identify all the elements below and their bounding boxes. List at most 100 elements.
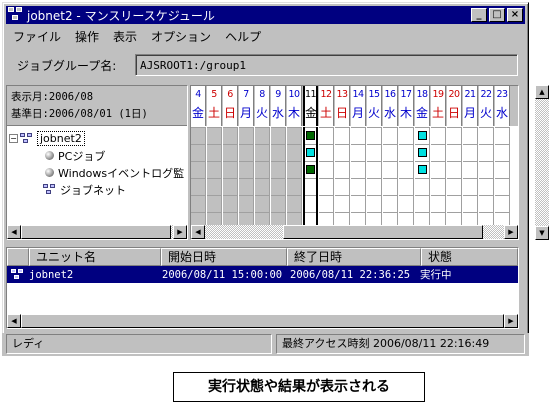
calendar-day-18[interactable]: 18 金 [415,86,430,126]
calendar-day-9[interactable]: 9水 [271,86,286,126]
day-number: 17 [400,89,412,100]
title-bar[interactable]: jobnet2 - マンスリースケジュール _ □ × [6,6,525,24]
tree-node-label[interactable]: PCジョブ [58,148,105,164]
calendar-day-5[interactable]: 5土 [207,86,222,126]
calendar-column[interactable] [351,127,366,227]
calendar-column[interactable] [239,127,254,227]
scroll-left-icon[interactable]: ◀ [7,314,21,328]
day-number: 6 [227,89,233,100]
tree-hscrollbar[interactable]: ◀ ▶ [7,225,187,239]
scroll-right-icon[interactable]: ▶ [173,225,187,239]
schedule-mark[interactable] [306,148,315,157]
col-unit-name[interactable]: ユニット名 [29,248,161,266]
schedule-mark[interactable] [306,165,315,174]
calendar-column[interactable] [367,127,382,227]
calendar-day-12[interactable]: 12 土 [319,86,334,126]
calendar-day-11[interactable]: 11 金 [303,86,318,126]
day-number: 8 [259,89,265,100]
calendar-day-23[interactable]: 23 水 [495,86,510,126]
tree-node-jobnet[interactable]: ジョブネット [9,181,185,198]
menu-options[interactable]: オプション [151,28,211,45]
calendar-vscrollbar[interactable]: ▲ ▼ [535,85,549,240]
calendar-day-17[interactable]: 17 木 [399,86,414,126]
weekday-label: 火 [479,106,492,120]
calendar-day-13[interactable]: 13 日 [335,86,350,126]
calendar-column[interactable] [255,127,270,227]
job-icon [45,168,54,177]
calendar-day-14[interactable]: 14 月 [351,86,366,126]
col-end-time[interactable]: 終了日時 [287,248,421,266]
col-status[interactable]: 状態 [421,248,518,266]
tree-node-pc-job[interactable]: PCジョブ [9,147,185,164]
menu-help[interactable]: ヘルプ [225,28,261,45]
scroll-left-icon[interactable]: ◀ [7,225,21,239]
tree-node-label[interactable]: ジョブネット [60,182,126,198]
calendar-column[interactable] [303,127,318,227]
icon-column-header[interactable] [7,248,29,266]
schedule-mark[interactable] [306,131,315,140]
calendar-day-15[interactable]: 15 火 [367,86,382,126]
calendar-day-16[interactable]: 16 水 [383,86,398,126]
jobnet-icon [20,132,34,145]
calendar-day-19[interactable]: 19 土 [431,86,446,126]
scroll-up-icon[interactable]: ▲ [535,85,549,99]
calendar-column[interactable] [415,127,430,227]
calendar-column[interactable] [399,127,414,227]
maximize-button[interactable]: □ [489,8,505,22]
calendar-day-4[interactable]: 4金 [191,86,206,126]
calendar-day-8[interactable]: 8火 [255,86,270,126]
calendar-column[interactable] [495,127,510,227]
calendar-column[interactable] [383,127,398,227]
scroll-down-icon[interactable]: ▼ [535,226,549,240]
day-number: 11 [305,89,317,100]
tree-node-root[interactable]: − jobnet2 [9,130,185,147]
day-number: 18 [416,89,428,100]
calendar-column[interactable] [191,127,206,227]
calendar-column[interactable] [463,127,478,227]
weekday-label: 水 [383,106,396,120]
calendar-column[interactable] [447,127,462,227]
menu-file[interactable]: ファイル [13,28,61,45]
network-app-icon [8,7,24,23]
display-month: 表示月:2006/08 [11,91,94,103]
calendar-column[interactable] [207,127,222,227]
calendar-day-10[interactable]: 10 木 [287,86,302,126]
calendar-day-21[interactable]: 21 月 [463,86,478,126]
calendar-column[interactable] [335,127,350,227]
calendar-column[interactable] [223,127,238,227]
table-row[interactable]: jobnet2 2006/08/11 15:00:00 2006/08/11 2… [7,266,518,283]
calendar-day-22[interactable]: 22 火 [479,86,494,126]
calendar-column[interactable] [287,127,302,227]
collapse-icon[interactable]: − [9,134,18,143]
scroll-right-icon[interactable]: ▶ [504,225,518,239]
close-button[interactable]: × [507,8,523,22]
cell-unit: jobnet2 [29,268,74,281]
tree-node-event-log[interactable]: Windowsイベントログ監 [9,164,185,181]
tree-node-label[interactable]: Windowsイベントログ監 [58,165,184,181]
schedule-mark[interactable] [418,148,427,157]
scroll-left-icon[interactable]: ◀ [191,225,205,239]
schedule-mark[interactable] [418,131,427,140]
calendar-hscrollbar[interactable]: ◀ ▶ [191,225,518,239]
caption-box: 実行状態や結果が表示される [173,372,425,402]
calendar-column[interactable] [479,127,494,227]
calendar-day-6[interactable]: 6日 [223,86,238,126]
scroll-right-icon[interactable]: ▶ [504,314,518,328]
list-hscrollbar[interactable]: ◀ ▶ [7,314,518,328]
day-number: 7 [243,89,249,100]
calendar-column[interactable] [319,127,334,227]
calendar-column[interactable] [271,127,286,227]
calendar-grid[interactable] [191,127,518,227]
schedule-mark[interactable] [418,165,427,174]
cell-end: 2006/08/11 22:36:25 [290,268,411,281]
col-start-time[interactable]: 開始日時 [161,248,287,266]
calendar-column[interactable] [431,127,446,227]
calendar-day-7[interactable]: 7月 [239,86,254,126]
jobnet-icon [11,268,25,281]
weekday-label: 土 [319,106,332,120]
calendar-day-20[interactable]: 20 日 [447,86,462,126]
tree-node-root-label[interactable]: jobnet2 [37,131,85,146]
menu-operation[interactable]: 操作 [75,28,99,45]
menu-view[interactable]: 表示 [113,28,137,45]
minimize-button[interactable]: _ [471,8,487,22]
